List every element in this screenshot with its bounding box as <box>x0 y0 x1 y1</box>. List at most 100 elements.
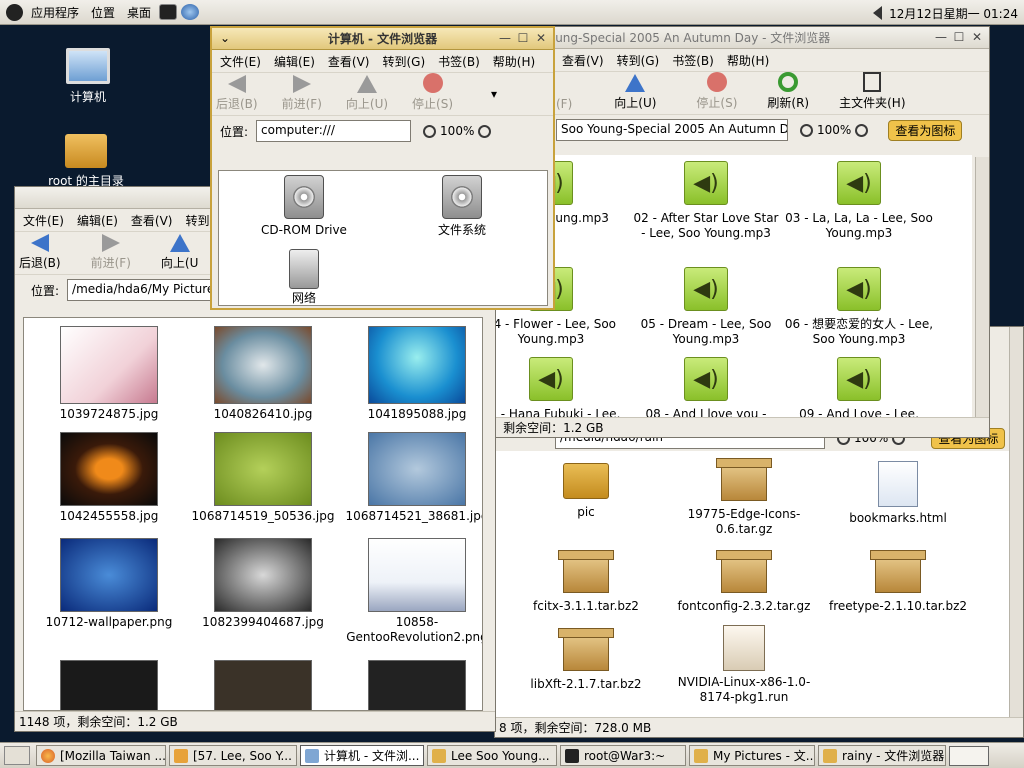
drive-item[interactable]: 文件系统 <box>387 175 537 238</box>
task-computer[interactable]: 计算机 - 文件浏... <box>300 745 424 766</box>
drive-item[interactable]: CD-ROM Drive <box>229 175 379 238</box>
home-button[interactable]: 主文件夹(H) <box>839 72 906 114</box>
desktop-menu[interactable]: 桌面 <box>121 4 157 21</box>
desktop-icon-computer[interactable]: 计算机 <box>38 48 138 105</box>
file-item[interactable]: freetype-2.1.10.tar.bz2 <box>823 550 973 614</box>
file-item[interactable]: ◀) 05 - Dream - Lee, Soo Young.mp3 <box>631 267 781 347</box>
file-item[interactable]: ◀) 03 - La, La, La - Lee, Soo Young.mp3 <box>784 161 934 241</box>
vertical-scrollbar[interactable] <box>1009 327 1023 719</box>
menu-go[interactable]: 转到(G) <box>617 52 660 69</box>
file-view[interactable]: CD-ROM Drive 文件系统 网络 <box>218 170 548 306</box>
file-item[interactable]: 1041895088.jpg <box>342 326 482 422</box>
clock[interactable]: 12月12日星期一 01:24 <box>889 5 1018 22</box>
window-computer[interactable]: ⌄ 计算机 - 文件浏览器 — ☐ ✕ 文件(E) 编辑(E) 查看(V) 转到… <box>210 26 555 310</box>
file-item[interactable]: 1082399404687.jpg <box>188 538 338 630</box>
menu-view[interactable]: 查看(V) <box>562 52 604 69</box>
maximize-icon[interactable]: ☐ <box>953 30 965 44</box>
places-menu[interactable]: 位置 <box>85 4 121 21</box>
minimize-icon[interactable]: — <box>499 31 511 45</box>
menu-help[interactable]: 帮助(H) <box>493 53 535 70</box>
forward-button[interactable]: 前进(F) <box>91 234 131 274</box>
terminal-launcher-icon[interactable] <box>159 4 178 20</box>
menu-file[interactable]: 文件(E) <box>23 212 64 229</box>
file-item[interactable]: ◀) 06 - 想要恋爱的女人 - Lee, Soo Young.mp3 <box>784 267 934 347</box>
window-menu-icon[interactable]: ⌄ <box>220 31 230 45</box>
monitor-icon <box>66 48 110 84</box>
menu-view[interactable]: 查看(V) <box>328 53 370 70</box>
file-item[interactable]: pic <box>511 463 661 520</box>
menu-help[interactable]: 帮助(H) <box>727 52 769 69</box>
file-item[interactable]: ◀) 02 - After Star Love Star - Lee, Soo Y… <box>631 161 781 241</box>
zoom-in-icon[interactable] <box>478 124 492 138</box>
menu-edit[interactable]: 编辑(E) <box>77 212 118 229</box>
close-icon[interactable]: ✕ <box>535 31 547 45</box>
task-my-pictures[interactable]: My Pictures - 文... <box>689 745 815 766</box>
file-item[interactable]: 1068714521_38681.jpg <box>342 432 482 524</box>
file-item[interactable]: 1042455558.jpg <box>34 432 184 524</box>
file-item[interactable]: bookmarks.html <box>823 461 973 526</box>
zoom-out-icon[interactable] <box>423 124 437 138</box>
up-button[interactable]: 向上(U <box>161 234 198 274</box>
minimize-icon[interactable]: — <box>935 30 947 44</box>
menu-go[interactable]: 转到(G) <box>382 53 425 70</box>
maximize-icon[interactable]: ☐ <box>517 31 529 45</box>
menu-file[interactable]: 文件(E) <box>220 53 261 70</box>
file-item[interactable]: 10712-wallpaper.png <box>34 538 184 630</box>
file-item[interactable]: 1040826410.jpg <box>188 326 338 422</box>
browser-launcher-icon[interactable] <box>181 4 200 20</box>
file-item[interactable] <box>188 660 338 710</box>
task-mozilla[interactable]: [Mozilla Taiwan ... <box>36 745 166 766</box>
workspace-switcher[interactable] <box>949 745 989 766</box>
task-lee-soo-young[interactable]: Lee Soo Young... <box>427 745 557 766</box>
up-button[interactable]: 向上(U) <box>346 75 388 115</box>
file-item[interactable]: fcitx-3.1.1.tar.bz2 <box>511 550 661 614</box>
file-item[interactable]: NVIDIA-Linux-x86-1.0-8174-pkg1.run <box>669 625 819 705</box>
file-item[interactable]: 19775-Edge-Icons-0.6.tar.gz <box>669 458 819 537</box>
back-button[interactable]: 后退(B) <box>216 75 258 115</box>
volume-icon[interactable] <box>873 6 882 20</box>
show-desktop-icon[interactable] <box>4 746 30 765</box>
menu-go[interactable]: 转到 <box>185 212 209 229</box>
applications-menu[interactable]: 应用程序 <box>25 4 85 21</box>
file-item[interactable]: ◀) 07 - Hana Fubuki - Lee, <box>476 357 626 417</box>
file-item[interactable]: 1068714519_50536.jpg <box>188 432 338 524</box>
file-item[interactable]: fontconfig-2.3.2.tar.gz <box>669 550 819 614</box>
zoom-out-icon[interactable] <box>800 123 813 137</box>
file-item[interactable]: ◀) 09 - And Love - Lee, <box>784 357 934 417</box>
toolbar-overflow-icon[interactable]: ▾ <box>491 87 497 101</box>
stop-button[interactable]: 停止(S) <box>412 73 453 115</box>
menu-bookmarks[interactable]: 书签(B) <box>438 53 480 70</box>
file-item[interactable]: 10858-GentooRevolution2.png <box>342 538 482 645</box>
menu-view[interactable]: 查看(V) <box>131 212 173 229</box>
zoom-in-icon[interactable] <box>855 123 869 137</box>
location-field[interactable]: Soo Young-Special 2005 An Autumn Day <box>556 119 788 141</box>
up-button[interactable]: 向上(U) <box>614 74 656 114</box>
file-item[interactable] <box>342 660 482 710</box>
hard-disk-icon <box>442 175 482 219</box>
gnome-foot-icon[interactable] <box>6 3 23 21</box>
file-item[interactable] <box>34 660 184 710</box>
file-view[interactable]: 1039724875.jpg 1040826410.jpg 1041895088… <box>23 317 483 711</box>
stop-button[interactable]: 停止(S) <box>696 72 737 114</box>
desktop-icon-home[interactable]: root 的主目录 <box>36 134 136 189</box>
file-item[interactable]: libXft-2.1.7.tar.bz2 <box>511 628 661 692</box>
view-as-button[interactable]: 查看为图标 <box>888 119 963 141</box>
file-view[interactable]: pic 19775-Edge-Icons-0.6.tar.gz bookmark… <box>495 451 1011 717</box>
drive-item[interactable]: 网络 <box>229 249 379 305</box>
forward-button[interactable]: (F) <box>556 97 572 114</box>
close-icon[interactable]: ✕ <box>971 30 983 44</box>
forward-button[interactable]: 前进(F) <box>282 75 322 115</box>
task-music[interactable]: [57. Lee, Soo Y... <box>169 745 297 766</box>
file-item[interactable]: 1039724875.jpg <box>34 326 184 422</box>
task-terminal[interactable]: root@War3:~ <box>560 745 686 766</box>
title-bar[interactable]: ⌄ 计算机 - 文件浏览器 — ☐ ✕ <box>212 28 553 50</box>
file-item[interactable]: ◀) 08 - And I love you - <box>631 357 781 417</box>
menu-bookmarks[interactable]: 书签(B) <box>672 52 714 69</box>
location-field[interactable]: computer:/// <box>256 120 412 142</box>
task-rainy[interactable]: rainy - 文件浏览器 <box>818 745 946 766</box>
back-button[interactable]: 后退(B) <box>19 234 61 274</box>
menu-edit[interactable]: 编辑(E) <box>274 53 315 70</box>
reload-button[interactable]: 刷新(R) <box>767 72 809 114</box>
vertical-scrollbar[interactable] <box>975 157 989 417</box>
back-arrow-icon <box>30 234 49 252</box>
